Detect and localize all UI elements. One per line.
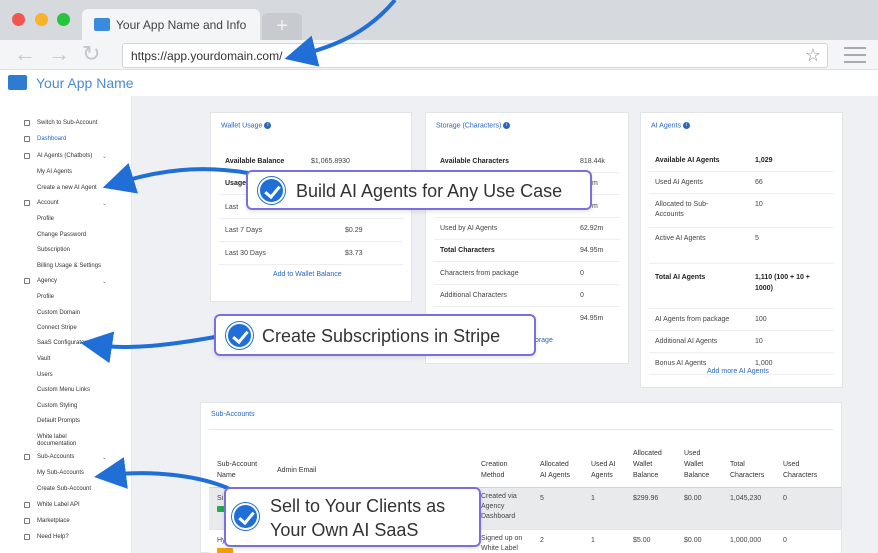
callout-text: Sell to Your Clients as <box>270 496 446 516</box>
check-circle-icon <box>226 322 253 349</box>
arrow-to-url <box>284 0 397 67</box>
annotation-arrows <box>80 0 397 492</box>
check-circle-icon <box>258 177 285 204</box>
callout-subscriptions: Create Subscriptions in Stripe <box>214 314 536 356</box>
browser-window: Your App Name and Info + ← → ↻ https://a… <box>0 0 878 553</box>
callout-text: Your Own AI SaaS <box>270 520 419 540</box>
arrow-to-create-agent <box>102 162 249 194</box>
callout-sell-saas: Sell to Your Clients as Your Own AI SaaS <box>224 487 481 547</box>
check-circle-icon <box>232 503 259 530</box>
callout-text: Create Subscriptions in Stripe <box>262 326 501 346</box>
callout-text: Build AI Agents for Any Use Case <box>296 181 563 201</box>
arrow-to-saas-configurator <box>80 331 216 364</box>
arrow-to-my-sub-accounts <box>94 457 233 492</box>
callout-build-agents: Build AI Agents for Any Use Case <box>246 170 592 210</box>
